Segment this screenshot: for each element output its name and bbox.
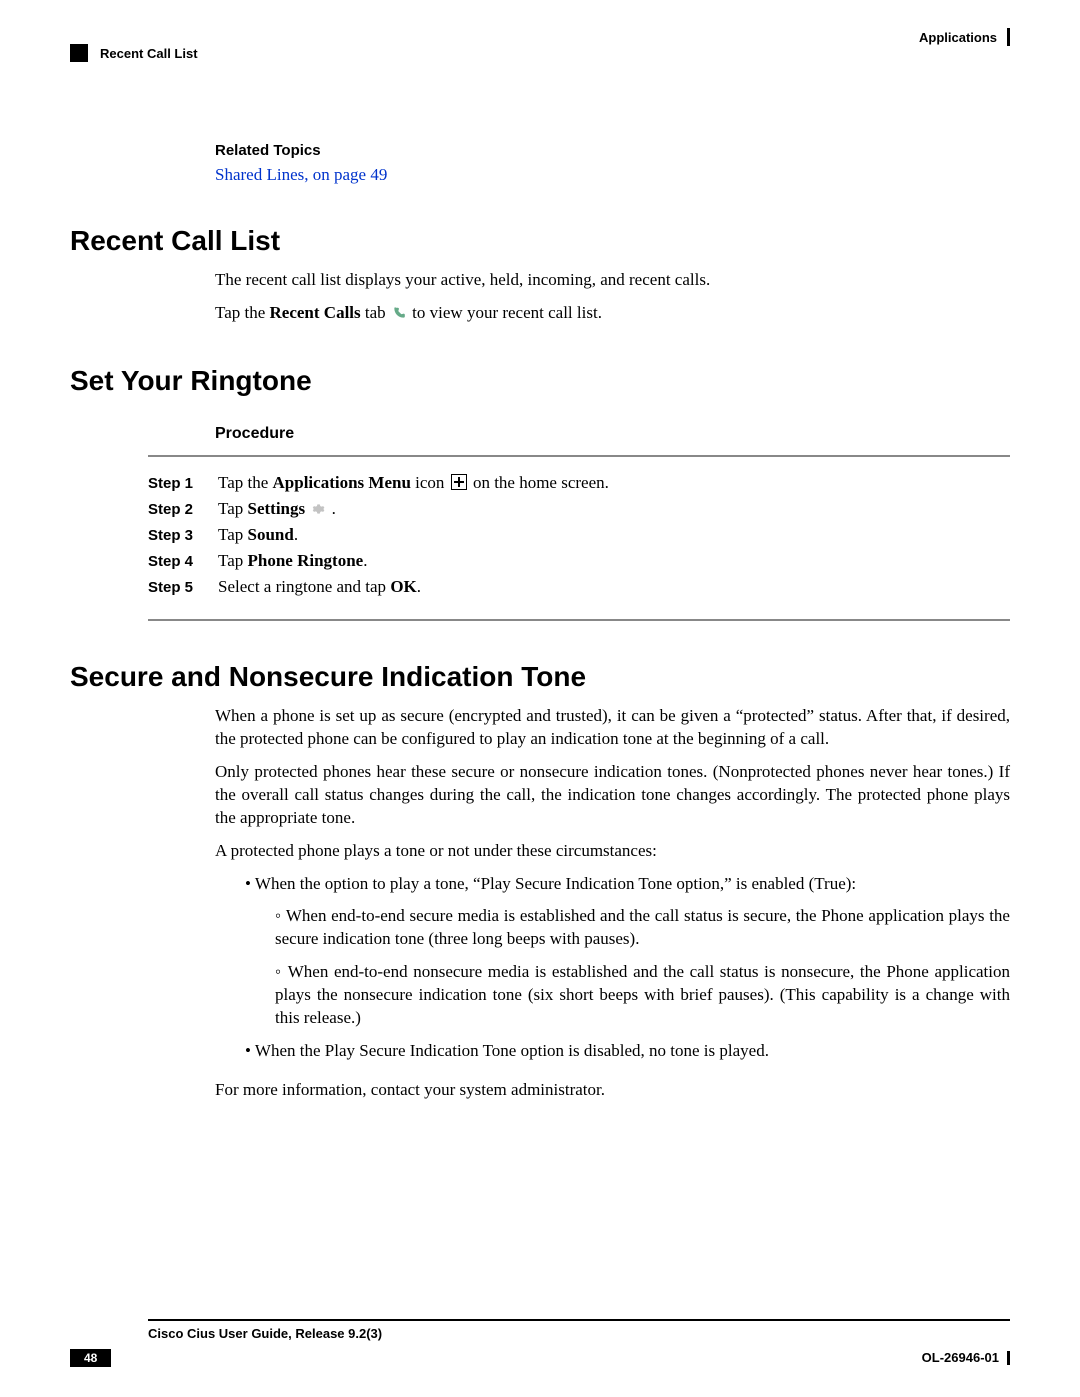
footer-divider-icon [1007,1351,1010,1365]
step-label: Step 2 [148,501,218,518]
procedure-step: Step 4 Tap Phone Ringtone. [148,551,1010,571]
footer-doc-title: Cisco Cius User Guide, Release 9.2(3) [148,1326,382,1341]
secure-p4: For more information, contact your syste… [215,1079,1010,1102]
footer-page-number: 48 [70,1349,111,1367]
step-label: Step 3 [148,527,218,544]
procedure-divider-bottom [148,619,1010,621]
procedure-step: Step 2 Tap Settings . [148,499,1010,519]
header-section-label: Recent Call List [100,46,198,61]
step-text: Tap the Applications Menu icon on the ho… [218,473,1010,493]
related-topics-heading: Related Topics [215,142,1010,159]
header-divider-icon [1007,28,1010,46]
step-label: Step 4 [148,553,218,570]
settings-gear-icon [311,501,325,515]
step-text: Tap Settings . [218,499,1010,519]
procedure-step: Step 1 Tap the Applications Menu icon on… [148,473,1010,493]
procedure-divider-top [148,455,1010,457]
step-text: Tap Phone Ringtone. [218,551,1010,571]
step-label: Step 5 [148,579,218,596]
section-title-recent-call-list: Recent Call List [70,225,1010,257]
step-text: Select a ringtone and tap OK. [218,577,1010,597]
secure-p1: When a phone is set up as secure (encryp… [215,705,1010,751]
recent-call-list-p2: Tap the Recent Calls tab to view your re… [215,302,1010,325]
related-topic-link[interactable]: Shared Lines, on page 49 [215,165,1010,185]
header-square-icon [70,44,88,62]
section-title-secure-tone: Secure and Nonsecure Indication Tone [70,661,1010,693]
secure-p3: A protected phone plays a tone or not un… [215,840,1010,863]
section-title-set-ringtone: Set Your Ringtone [70,365,1010,397]
secure-bullet-1b: When end-to-end nonsecure media is estab… [275,961,1010,1030]
step-label: Step 1 [148,475,218,492]
secure-bullet-1a: When end-to-end secure media is establis… [275,905,1010,951]
secure-bullet-2: When the Play Secure Indication Tone opt… [245,1040,1010,1063]
procedure-heading: Procedure [215,425,1010,443]
procedure-step: Step 5 Select a ringtone and tap OK. [148,577,1010,597]
procedure-step: Step 3 Tap Sound. [148,525,1010,545]
footer-doc-id: OL-26946-01 [922,1350,999,1365]
apps-menu-icon [451,474,467,490]
secure-bullet-1: When the option to play a tone, “Play Se… [245,873,1010,896]
phone-tab-icon [392,304,406,318]
step-text: Tap Sound. [218,525,1010,545]
header-chapter-label: Applications [919,30,997,45]
secure-p2: Only protected phones hear these secure … [215,761,1010,830]
recent-call-list-p1: The recent call list displays your activ… [215,269,1010,292]
